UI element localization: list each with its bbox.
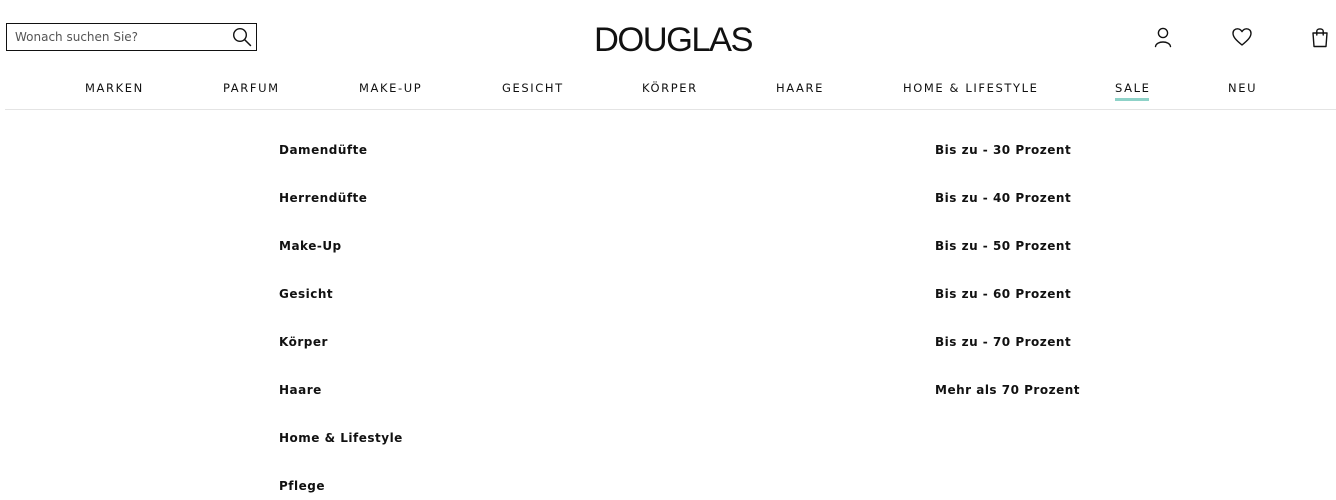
sale-discount-item[interactable]: Mehr als 70 Prozent [935, 381, 1080, 399]
sale-discount-item[interactable]: Bis zu - 30 Prozent [935, 141, 1071, 159]
sale-category-item[interactable]: Gesicht [279, 285, 333, 303]
sale-discount-item[interactable]: Bis zu - 70 Prozent [935, 333, 1071, 351]
shopping-bag-icon[interactable] [1310, 26, 1330, 48]
nav-item-home-lifestyle[interactable]: HOME & LIFESTYLE [903, 78, 1038, 98]
douglas-logo-mark: DOUGLAS [594, 21, 754, 59]
logo-text: DOUGLAS [594, 21, 753, 59]
account-icon[interactable] [1152, 26, 1174, 48]
nav-item-neu[interactable]: NEU [1228, 78, 1257, 98]
search-input[interactable] [7, 24, 227, 50]
nav-item-parfum[interactable]: PARFUM [223, 78, 280, 98]
sale-discount-item[interactable]: Bis zu - 40 Prozent [935, 189, 1071, 207]
douglas-logo[interactable]: DOUGLAS [590, 20, 756, 60]
sale-category-item[interactable]: Home & Lifestyle [279, 429, 403, 447]
search-box [6, 23, 257, 51]
nav-item-sale[interactable]: SALE [1115, 78, 1150, 101]
nav-item-haare[interactable]: HAARE [776, 78, 824, 98]
search-icon[interactable] [232, 27, 252, 47]
sale-discount-item[interactable]: Bis zu - 50 Prozent [935, 237, 1071, 255]
main-navigation: MARKEN PARFUM MAKE-UP GESICHT KÖRPER HAA… [0, 78, 1336, 102]
sale-category-item[interactable]: Pflege [279, 477, 325, 495]
wishlist-heart-icon[interactable] [1231, 26, 1253, 48]
sale-category-item[interactable]: Make-Up [279, 237, 342, 255]
sale-category-item[interactable]: Körper [279, 333, 328, 351]
nav-item-gesicht[interactable]: GESICHT [502, 78, 564, 98]
sale-discount-item[interactable]: Bis zu - 60 Prozent [935, 285, 1071, 303]
sale-dropdown-menu: Damendüfte Herrendüfte Make-Up Gesicht K… [0, 110, 1336, 500]
sale-category-item[interactable]: Haare [279, 381, 322, 399]
sale-category-item[interactable]: Damendüfte [279, 141, 367, 159]
nav-item-make-up[interactable]: MAKE-UP [359, 78, 422, 98]
nav-item-marken[interactable]: MARKEN [85, 78, 144, 98]
sale-category-item[interactable]: Herrendüfte [279, 189, 367, 207]
site-header: DOUGLAS MARKEN PARFUM MAKE-UP GESICHT KÖ… [0, 0, 1336, 110]
nav-item-koerper[interactable]: KÖRPER [642, 78, 698, 98]
